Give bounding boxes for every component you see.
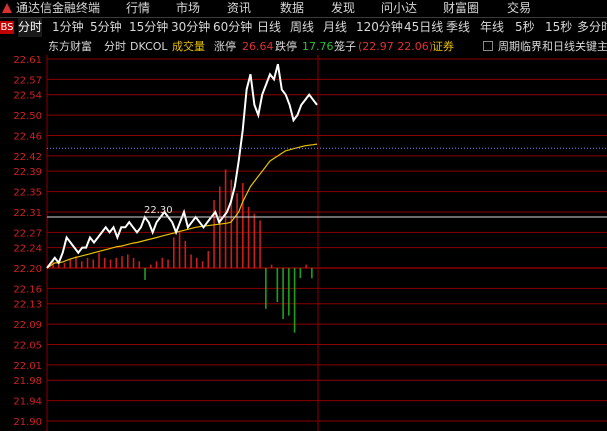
app-name: 通达信金融终端 (16, 1, 101, 15)
menu-bar: 通达信金融终端 行情 市场 资讯 数据 发现 问小达 财富圈 交易 (0, 0, 607, 17)
price-grid (46, 55, 607, 431)
tab-30min[interactable]: 30分钟 (171, 18, 210, 37)
tab-1min[interactable]: 1分钟 (52, 18, 84, 37)
average-price-line (46, 143, 318, 269)
y-tick-label: 22.57 (13, 75, 42, 86)
y-tick-label: 22.05 (13, 341, 42, 352)
y-tick-label: 22.27 (13, 228, 42, 239)
y-tick-label: 22.31 (13, 208, 42, 219)
menu-item-data[interactable]: 数据 (280, 0, 304, 17)
tab-intraday[interactable]: 分时 (18, 18, 43, 37)
tab-quarterly[interactable]: 季线 (446, 18, 470, 37)
y-tick-label: 22.13 (13, 300, 42, 311)
volume-label: 成交量 (172, 40, 205, 53)
menu-item-news[interactable]: 资讯 (227, 0, 251, 17)
y-tick-label: 21.90 (13, 417, 42, 428)
crosshair-price-label: 22.30 (144, 205, 173, 216)
tab-5min[interactable]: 5分钟 (90, 18, 122, 37)
menu-item-ask[interactable]: 问小达 (381, 0, 417, 17)
y-tick-label: 22.16 (13, 284, 42, 295)
menu-item-wealth[interactable]: 财富圈 (443, 0, 479, 17)
tab-120min[interactable]: 120分钟 (356, 18, 403, 37)
key-level-label: 周期临界和日线关键主 (498, 40, 607, 53)
tab-weekly[interactable]: 周线 (290, 18, 314, 37)
source-label: 东方财富 (48, 40, 92, 53)
mode-label: 分时 (104, 40, 126, 53)
y-tick-label: 22.09 (13, 320, 42, 331)
key-level-checkbox[interactable] (483, 41, 493, 51)
indicator-name[interactable]: DKCOL (130, 38, 168, 55)
y-tick-label: 22.50 (13, 111, 42, 122)
cage-value: (22.97 22.06) (358, 40, 434, 53)
menu-item-quotes[interactable]: 行情 (126, 0, 150, 17)
tab-15min[interactable]: 15分钟 (129, 18, 168, 37)
tab-5sec[interactable]: 5秒 (515, 18, 535, 37)
y-tick-label: 22.01 (13, 361, 42, 372)
period-tab-bar: BS 分时 1分钟 5分钟 15分钟 30分钟 60分钟 日线 周线 月线 12… (0, 17, 607, 38)
y-axis-labels: 22.61 22.57 22.54 22.50 22.46 22.42 22.39 22.35… (13, 55, 42, 428)
y-tick-label: 22.54 (13, 91, 42, 102)
menu-item-trade[interactable]: 交易 (507, 0, 531, 17)
limit-down-label: 跌停 (275, 40, 297, 53)
y-tick-label: 22.39 (13, 167, 42, 178)
tab-daily[interactable]: 日线 (257, 18, 281, 37)
menu-item-market[interactable]: 市场 (176, 0, 200, 17)
y-tick-label: 21.98 (13, 376, 42, 387)
y-tick-label: 22.46 (13, 131, 42, 142)
app-logo-icon (2, 3, 12, 13)
y-tick-label: 22.35 (13, 188, 42, 199)
info-bar: 东方财富 分时 DKCOL 成交量 涨停 26.64 跌停 17.76 笼子 (… (0, 38, 607, 55)
tab-15sec[interactable]: 15秒 (545, 18, 572, 37)
bs-marker: BS (0, 21, 14, 34)
tab-multi-intraday[interactable]: 多分时 (577, 18, 607, 37)
cage-label: 笼子 (334, 40, 356, 53)
intraday-chart[interactable]: 22.61 22.57 22.54 22.50 22.46 22.42 22.39 22.35… (0, 55, 607, 431)
securities-label: 证券 (432, 40, 454, 53)
volume-bars (52, 169, 313, 333)
tab-60min[interactable]: 60分钟 (213, 18, 252, 37)
y-tick-label: 22.20 (13, 264, 42, 275)
tab-45day[interactable]: 45日线 (404, 18, 443, 37)
limit-down-value: 17.76 (302, 40, 334, 53)
limit-up-label: 涨停 (214, 40, 236, 53)
tab-yearly[interactable]: 年线 (480, 18, 504, 37)
tab-monthly[interactable]: 月线 (323, 18, 347, 37)
limit-up-value: 26.64 (242, 40, 274, 53)
y-tick-label: 22.61 (13, 55, 42, 66)
y-tick-label: 22.42 (13, 152, 42, 163)
y-tick-label: 22.24 (13, 244, 42, 255)
menu-item-discover[interactable]: 发现 (331, 0, 355, 17)
y-tick-label: 21.94 (13, 397, 42, 408)
